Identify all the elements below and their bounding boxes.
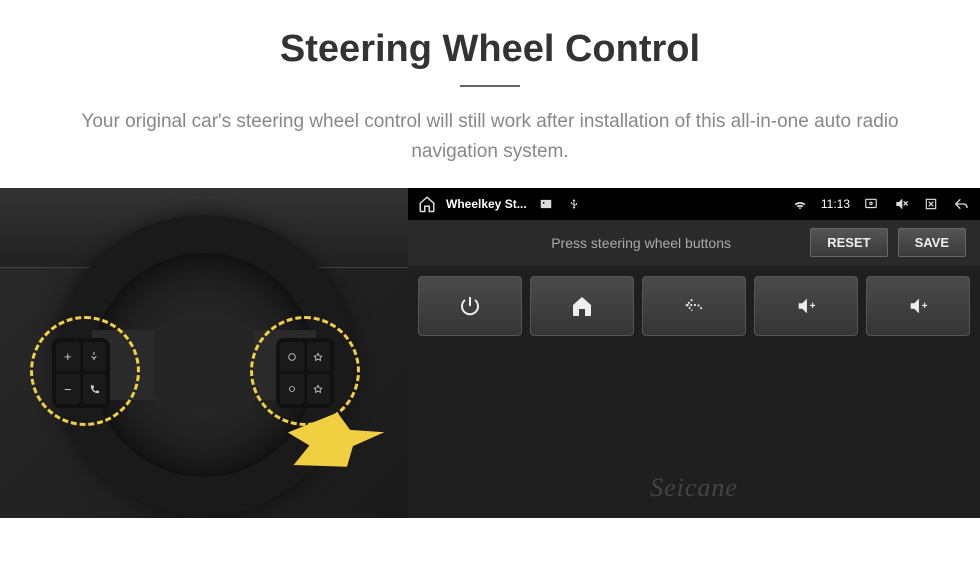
status-bar-right: 11:13 [791, 195, 970, 213]
content-row: + − Wheelkey St... [0, 188, 980, 518]
reset-button[interactable]: RESET [810, 228, 887, 257]
wheel-hub [154, 320, 254, 410]
wheel-btn-minus: − [56, 374, 80, 404]
status-bar-left: Wheelkey St... [418, 195, 583, 213]
volume-up-icon: + [793, 295, 819, 317]
head-unit-screen: Wheelkey St... 11:13 [408, 188, 980, 518]
control-home-button[interactable] [530, 276, 634, 336]
wheel-btn-voice-icon [83, 342, 107, 372]
header-section: Steering Wheel Control Your original car… [0, 0, 980, 188]
watermark-text: Seicane [650, 473, 738, 503]
title-divider [460, 85, 520, 87]
home-icon [570, 294, 594, 318]
back-icon [681, 295, 707, 317]
wheel-btn-r1-icon [280, 342, 304, 372]
image-icon [537, 195, 555, 213]
wheel-btn-plus: + [56, 342, 80, 372]
control-power-button[interactable] [418, 276, 522, 336]
wheel-btn-r4-icon [307, 374, 331, 404]
control-volume-up-button-2[interactable]: + [866, 276, 970, 336]
page-title: Steering Wheel Control [60, 28, 920, 71]
wheel-btn-r3-icon [280, 374, 304, 404]
save-button[interactable]: SAVE [898, 228, 966, 257]
wheel-btn-phone-icon [83, 374, 107, 404]
wheel-btn-r2-icon [307, 342, 331, 372]
usb-icon [565, 195, 583, 213]
control-volume-up-button-1[interactable]: + [754, 276, 858, 336]
page-subtitle: Your original car's steering wheel contr… [60, 107, 920, 168]
app-title: Wheelkey St... [446, 197, 527, 211]
close-icon[interactable] [922, 195, 940, 213]
status-time: 11:13 [821, 197, 850, 211]
wifi-icon [791, 195, 809, 213]
power-icon [458, 294, 482, 318]
control-grid: + + [408, 266, 980, 346]
control-back-button[interactable] [642, 276, 746, 336]
mute-icon[interactable] [892, 195, 910, 213]
instruction-text: Press steering wheel buttons [422, 235, 800, 251]
back-nav-icon[interactable] [952, 195, 970, 213]
svg-text:+: + [810, 301, 816, 312]
svg-text:+: + [922, 301, 928, 312]
volume-up-icon: + [905, 295, 931, 317]
steering-wheel-image: + − [0, 188, 408, 518]
home-icon[interactable] [418, 195, 436, 213]
wheel-button-pad-left: + − [52, 338, 110, 408]
cast-icon[interactable] [862, 195, 880, 213]
instruction-bar: Press steering wheel buttons RESET SAVE [408, 220, 980, 266]
status-bar: Wheelkey St... 11:13 [408, 188, 980, 220]
wheel-button-pad-right [276, 338, 334, 408]
